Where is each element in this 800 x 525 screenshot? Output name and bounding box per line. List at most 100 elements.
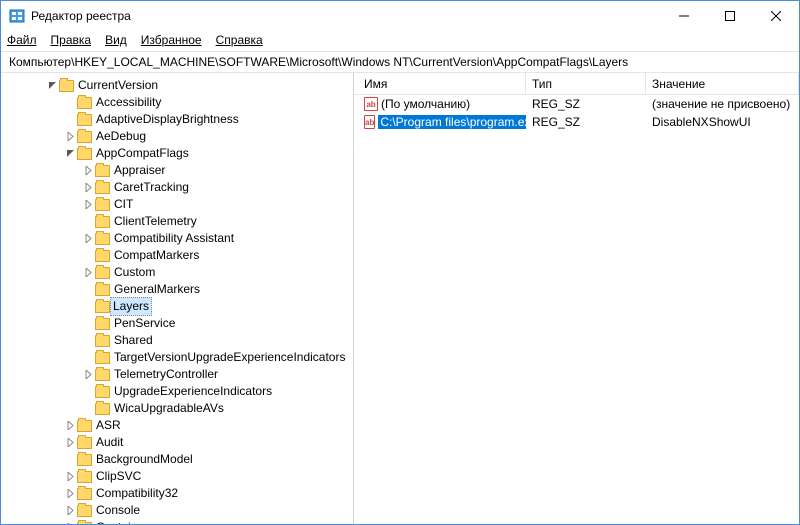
chevron-down-icon[interactable] — [45, 81, 59, 90]
folder-icon — [95, 335, 110, 347]
tree-node-label: BackgroundModel — [95, 451, 194, 468]
chevron-right-icon[interactable] — [63, 472, 77, 481]
tree-node[interactable]: AppCompatFlags — [7, 145, 353, 162]
tree-node[interactable]: Shared — [7, 332, 353, 349]
folder-icon — [95, 284, 110, 296]
tree-node[interactable]: CurrentVersion — [7, 77, 353, 94]
chevron-right-icon[interactable] — [63, 523, 77, 524]
tree-node[interactable]: Audit — [7, 434, 353, 451]
tree-node-label: WicaUpgradableAVs — [113, 400, 225, 417]
tree-node[interactable]: GeneralMarkers — [7, 281, 353, 298]
chevron-right-icon[interactable] — [63, 438, 77, 447]
tree-node[interactable]: Accessibility — [7, 94, 353, 111]
chevron-right-icon[interactable] — [63, 506, 77, 515]
tree-node[interactable]: PenService — [7, 315, 353, 332]
tree-node[interactable]: Containers — [7, 519, 353, 524]
col-type[interactable]: Тип — [526, 73, 646, 94]
tree-node-label: CompatMarkers — [113, 247, 200, 264]
value-row[interactable]: ab(По умолчанию)REG_SZ(значение не присв… — [354, 95, 799, 113]
col-value[interactable]: Значение — [646, 73, 799, 94]
folder-icon — [95, 250, 110, 262]
tree-node[interactable]: Appraiser — [7, 162, 353, 179]
tree-node-label: TelemetryController — [113, 366, 219, 383]
tree-pane[interactable]: CurrentVersionAccessibilityAdaptiveDispl… — [1, 73, 354, 524]
tree-node-label: Compatibility32 — [95, 485, 179, 502]
tree-node-label: Compatibility Assistant — [113, 230, 235, 247]
folder-icon — [95, 369, 110, 381]
tree-node[interactable]: ClientTelemetry — [7, 213, 353, 230]
tree-node-label: Appraiser — [113, 162, 166, 179]
folder-icon — [77, 471, 92, 483]
chevron-right-icon[interactable] — [81, 183, 95, 192]
address-bar[interactable]: Компьютер\HKEY_LOCAL_MACHINE\SOFTWARE\Mi… — [1, 51, 799, 73]
folder-icon — [59, 80, 74, 92]
menu-help[interactable]: Справка — [216, 33, 263, 47]
tree-node[interactable]: AdaptiveDisplayBrightness — [7, 111, 353, 128]
tree-node[interactable]: AeDebug — [7, 128, 353, 145]
tree-node[interactable]: Custom — [7, 264, 353, 281]
chevron-right-icon[interactable] — [81, 268, 95, 277]
col-name[interactable]: Имя — [358, 73, 526, 94]
tree-node-label: AdaptiveDisplayBrightness — [95, 111, 240, 128]
chevron-down-icon[interactable] — [63, 149, 77, 158]
maximize-button[interactable] — [707, 1, 753, 31]
tree-node-label: GeneralMarkers — [113, 281, 201, 298]
tree-node[interactable]: Compatibility Assistant — [7, 230, 353, 247]
menubar: Файл Правка Вид Избранное Справка — [1, 31, 799, 51]
tree-node[interactable]: ASR — [7, 417, 353, 434]
values-list[interactable]: ab(По умолчанию)REG_SZ(значение не присв… — [354, 95, 799, 524]
tree-node[interactable]: ClipSVC — [7, 468, 353, 485]
tree-node-label: AppCompatFlags — [95, 145, 190, 162]
value-name: C:\Program files\program.exe — [378, 115, 526, 129]
tree-node-label: UpgradeExperienceIndicators — [113, 383, 273, 400]
tree-node[interactable]: CIT — [7, 196, 353, 213]
tree-node-label: TargetVersionUpgradeExperienceIndicators — [113, 349, 346, 366]
tree-node-label: Custom — [113, 264, 156, 281]
folder-icon — [95, 216, 110, 228]
folder-icon — [95, 403, 110, 415]
folder-icon — [77, 488, 92, 500]
tree-node[interactable]: CaretTracking — [7, 179, 353, 196]
menu-file[interactable]: Файл — [7, 33, 37, 47]
chevron-right-icon[interactable] — [81, 370, 95, 379]
tree-node[interactable]: Console — [7, 502, 353, 519]
tree-node[interactable]: BackgroundModel — [7, 451, 353, 468]
chevron-right-icon[interactable] — [63, 421, 77, 430]
tree-node-label: CaretTracking — [113, 179, 190, 196]
folder-icon — [77, 114, 92, 126]
folder-icon — [95, 386, 110, 398]
tree-node[interactable]: Compatibility32 — [7, 485, 353, 502]
folder-icon — [77, 522, 92, 525]
tree-node-label: AeDebug — [95, 128, 147, 145]
folder-icon — [95, 182, 110, 194]
folder-icon — [77, 505, 92, 517]
tree-node[interactable]: TargetVersionUpgradeExperienceIndicators — [7, 349, 353, 366]
menu-edit[interactable]: Правка — [51, 33, 92, 47]
tree-node[interactable]: WicaUpgradableAVs — [7, 400, 353, 417]
app-icon — [9, 8, 25, 24]
columns-header[interactable]: Имя Тип Значение — [354, 73, 799, 95]
main-split: CurrentVersionAccessibilityAdaptiveDispl… — [1, 73, 799, 524]
close-button[interactable] — [753, 1, 799, 31]
chevron-right-icon[interactable] — [63, 132, 77, 141]
menu-view[interactable]: Вид — [105, 33, 127, 47]
menu-favorites[interactable]: Избранное — [141, 33, 202, 47]
string-value-icon: ab — [364, 115, 375, 129]
chevron-right-icon[interactable] — [81, 234, 95, 243]
chevron-right-icon[interactable] — [81, 166, 95, 175]
folder-icon — [77, 437, 92, 449]
tree-node[interactable]: CompatMarkers — [7, 247, 353, 264]
chevron-right-icon[interactable] — [63, 489, 77, 498]
tree-node[interactable]: UpgradeExperienceIndicators — [7, 383, 353, 400]
tree-node[interactable]: Layers — [7, 298, 353, 315]
window-title: Редактор реестра — [31, 9, 661, 23]
minimize-button[interactable] — [661, 1, 707, 31]
folder-icon — [77, 420, 92, 432]
chevron-right-icon[interactable] — [81, 200, 95, 209]
folder-icon — [95, 233, 110, 245]
titlebar[interactable]: Редактор реестра — [1, 1, 799, 31]
tree-node-label: Shared — [113, 332, 154, 349]
value-row[interactable]: abC:\Program files\program.exeREG_SZDisa… — [354, 113, 799, 131]
tree-node[interactable]: TelemetryController — [7, 366, 353, 383]
values-pane: Имя Тип Значение ab(По умолчанию)REG_SZ(… — [354, 73, 799, 524]
